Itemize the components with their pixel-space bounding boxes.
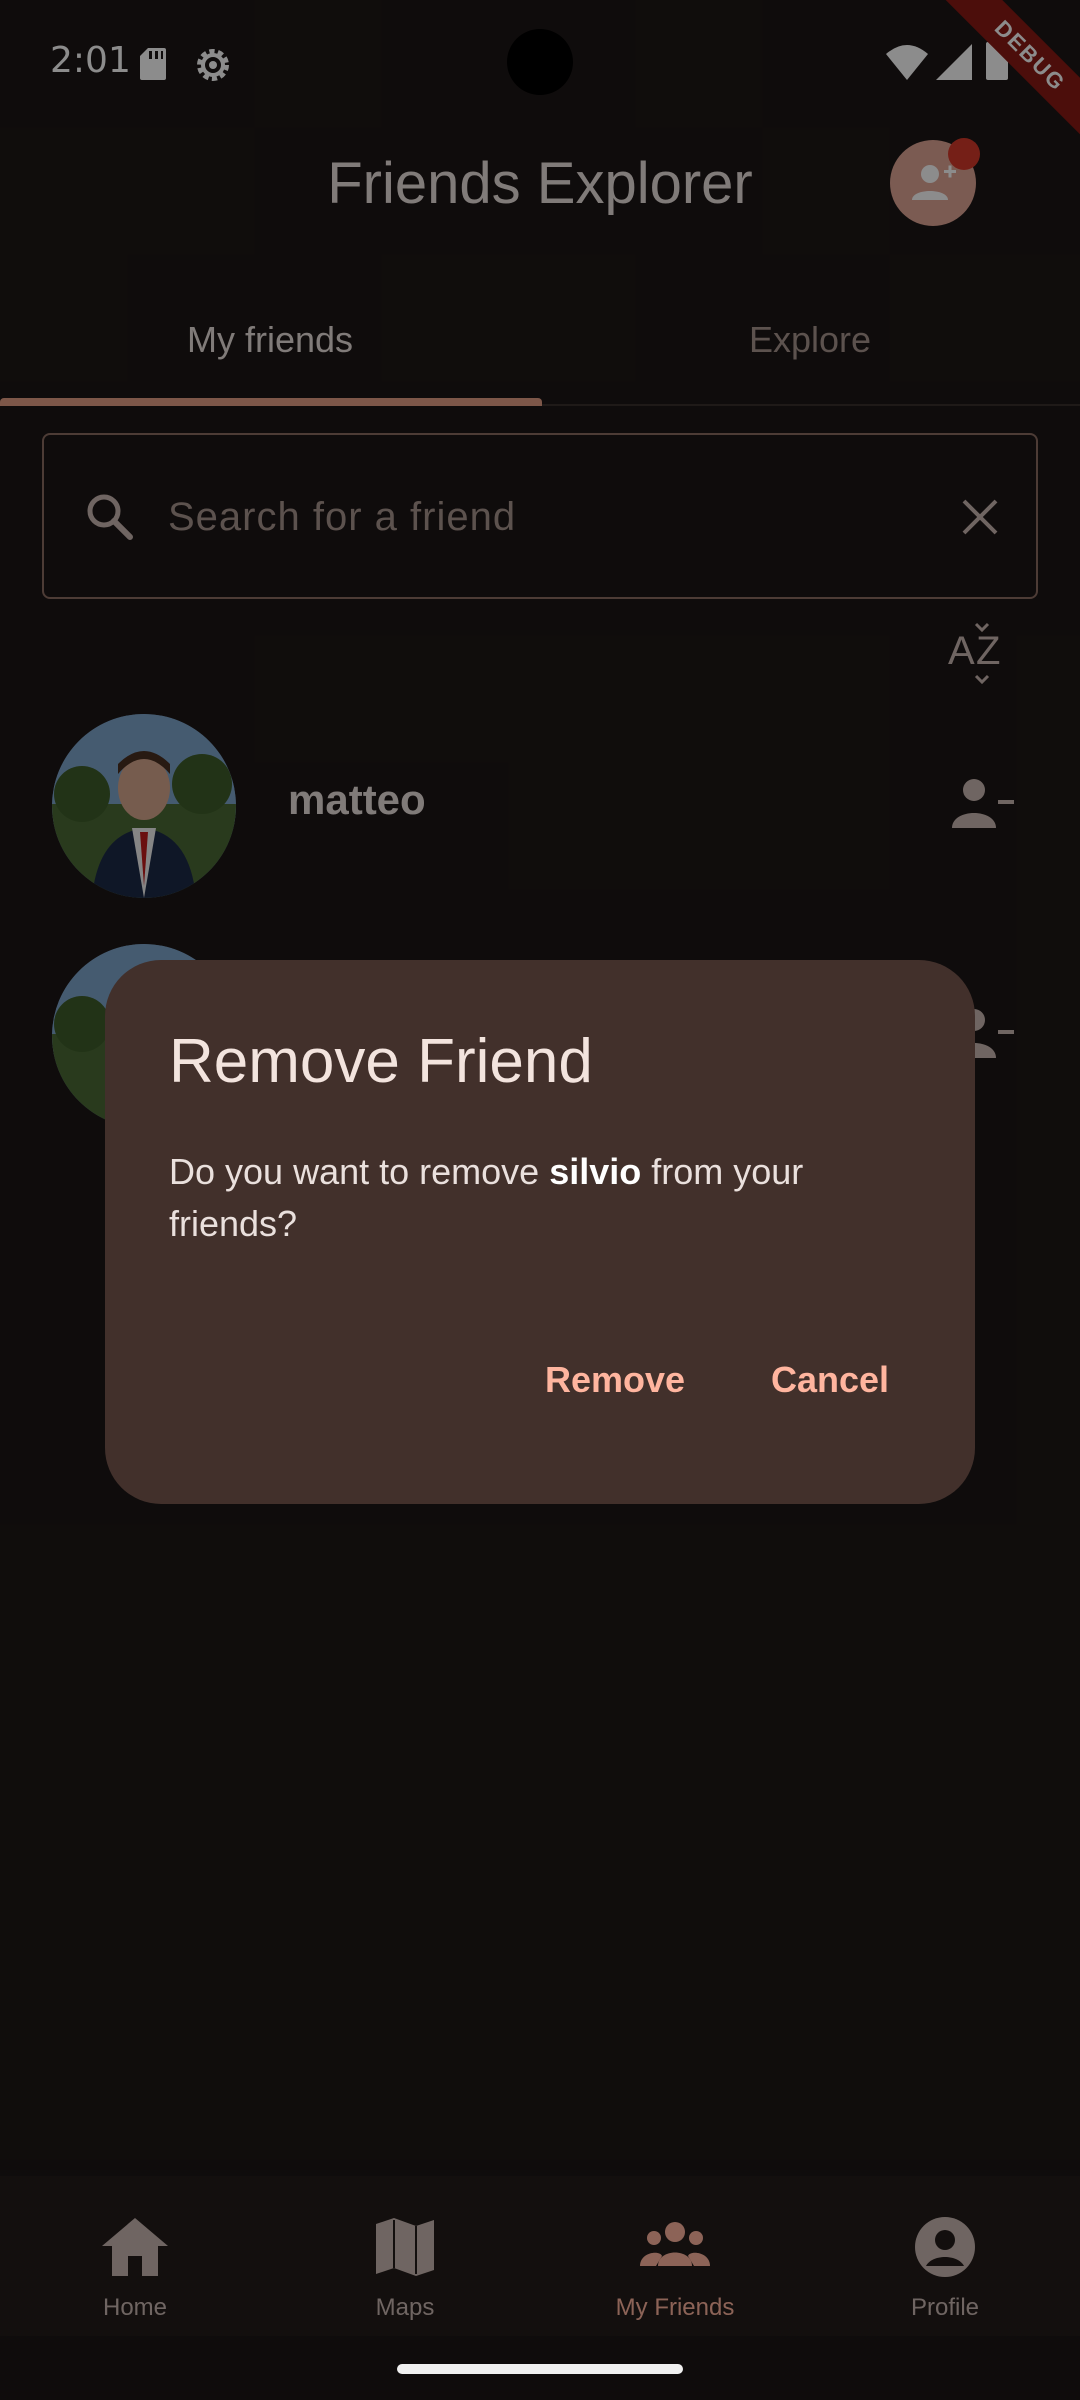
dialog-title: Remove Friend	[169, 1027, 593, 1096]
dialog-message: Do you want to remove silvio from your f…	[169, 1146, 909, 1250]
dialog-friend-name: silvio	[549, 1151, 642, 1192]
remove-button[interactable]: Remove	[530, 1340, 700, 1420]
dialog-message-prefix: Do you want to remove	[169, 1151, 550, 1192]
gesture-handle[interactable]	[397, 2364, 683, 2374]
remove-friend-dialog: Remove Friend Do you want to remove silv…	[105, 960, 975, 1504]
friends-explorer-screen: 2:01 Friends Explorer My friends Explore…	[0, 0, 1080, 2400]
cancel-button[interactable]: Cancel	[750, 1340, 910, 1420]
